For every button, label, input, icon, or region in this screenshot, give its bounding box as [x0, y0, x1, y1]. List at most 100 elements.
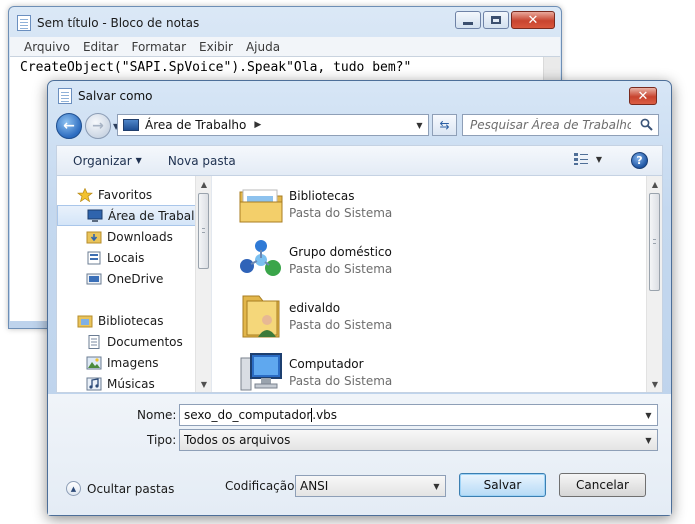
- nav-favorites[interactable]: Favoritos: [57, 184, 197, 205]
- file-list-scrollbar[interactable]: ▲ ▼: [646, 176, 662, 392]
- file-list: Bibliotecas Pasta do Sistema Grupo domés…: [215, 176, 646, 392]
- file-name: edivaldo: [289, 300, 341, 315]
- chevron-down-icon: ▼: [595, 154, 602, 164]
- maximize-button[interactable]: [483, 11, 509, 29]
- file-item-grupo-domestico[interactable]: Grupo doméstico Pasta do Sistema: [237, 236, 597, 284]
- search-icon[interactable]: [640, 118, 653, 131]
- organize-button[interactable]: Organizar ▼: [73, 154, 142, 168]
- address-bar[interactable]: Área de Trabalho ▶ ▼: [117, 114, 429, 136]
- dialog-titlebar: Salvar como: [58, 88, 152, 104]
- nav-item-desktop[interactable]: Área de Trabalho: [57, 205, 209, 226]
- menu-arquivo[interactable]: Arquivo: [24, 40, 70, 54]
- save-as-dialog: Salvar como ✕ ← → ▼ Área de Trabalho ▶ ▼…: [47, 80, 672, 516]
- chevron-right-icon[interactable]: ▶: [254, 120, 261, 130]
- chevron-up-icon: ▲: [66, 481, 81, 496]
- refresh-icon: ⇆: [439, 118, 450, 132]
- hide-folders-button[interactable]: ▲ Ocultar pastas: [66, 481, 174, 496]
- browser-area: Favoritos Área de Trabalho Downloads Loc…: [56, 175, 663, 393]
- nav-item-label: Imagens: [107, 355, 159, 370]
- refresh-button[interactable]: ⇆: [432, 114, 457, 136]
- notepad-icon: [17, 15, 31, 31]
- encoding-select[interactable]: ANSI ▼: [295, 475, 446, 497]
- navigation-pane: Favoritos Área de Trabalho Downloads Loc…: [57, 176, 212, 392]
- nav-libraries[interactable]: Bibliotecas: [57, 310, 197, 331]
- search-input[interactable]: [463, 115, 633, 135]
- navigation-bar: ← → ▼ Área de Trabalho ▶ ▼ ⇆: [56, 112, 663, 140]
- menu-exibir[interactable]: Exibir: [199, 40, 233, 54]
- organize-label: Organizar: [73, 153, 132, 168]
- file-name: Computador: [289, 356, 364, 371]
- dialog-title: Salvar como: [78, 89, 153, 103]
- scroll-down-icon[interactable]: ▼: [647, 376, 663, 392]
- help-icon[interactable]: ?: [631, 152, 648, 169]
- filetype-select[interactable]: Todos os arquivos ▼: [179, 429, 658, 451]
- menu-ajuda[interactable]: Ajuda: [246, 40, 280, 54]
- menu-editar[interactable]: Editar: [83, 40, 119, 54]
- filetype-value: Todos os arquivos: [184, 433, 291, 447]
- recent-places-icon: [87, 251, 101, 264]
- menu-formatar[interactable]: Formatar: [131, 40, 186, 54]
- filename-value: sexo_do_computador: [184, 408, 312, 422]
- nav-libraries-label: Bibliotecas: [98, 313, 164, 328]
- scroll-up-icon[interactable]: ▲: [647, 176, 663, 192]
- filename-extension: .vbs: [312, 408, 338, 422]
- address-location[interactable]: Área de Trabalho: [145, 118, 246, 132]
- computer-icon: [240, 353, 282, 391]
- change-view-button[interactable]: ▼: [573, 152, 602, 166]
- encoding-value: ANSI: [300, 479, 329, 493]
- nav-item-locais[interactable]: Locais: [57, 247, 197, 268]
- dialog-close-button[interactable]: ✕: [629, 87, 657, 105]
- save-button[interactable]: Salvar: [459, 473, 546, 497]
- forward-arrow-icon: →: [92, 118, 104, 134]
- file-item-computador[interactable]: Computador Pasta do Sistema: [237, 348, 597, 396]
- nav-item-imagens[interactable]: Imagens: [57, 352, 197, 373]
- scroll-thumb[interactable]: [649, 193, 660, 291]
- nav-item-onedrive[interactable]: OneDrive: [57, 268, 197, 289]
- nav-item-label: Músicas: [107, 376, 155, 391]
- chevron-down-icon[interactable]: ▼: [640, 430, 657, 450]
- notepad-text: CreateObject("SAPI.SpVoice").Speak"Ola, …: [20, 60, 412, 75]
- navigation-tree: Favoritos Área de Trabalho Downloads Loc…: [57, 184, 209, 392]
- libraries-icon: [239, 189, 283, 223]
- downloads-folder-icon: [86, 231, 102, 243]
- pictures-icon: [86, 356, 102, 369]
- encoding-label: Codificação:: [225, 479, 299, 493]
- user-folder-icon: [242, 295, 280, 338]
- star-icon: [77, 187, 93, 202]
- close-icon: ✕: [527, 12, 539, 28]
- nav-item-label: OneDrive: [107, 271, 164, 286]
- new-folder-button[interactable]: Nova pasta: [168, 154, 236, 168]
- notepad-caption-buttons: ✕: [455, 11, 555, 29]
- back-button[interactable]: ←: [56, 113, 82, 139]
- search-box: [462, 114, 659, 136]
- hide-folders-label: Ocultar pastas: [87, 481, 175, 496]
- file-item-edivaldo[interactable]: edivaldo Pasta do Sistema: [237, 292, 597, 340]
- nav-item-documentos[interactable]: Documentos: [57, 331, 197, 352]
- notepad-icon: [58, 88, 72, 104]
- address-dropdown-icon[interactable]: ▼: [411, 115, 428, 135]
- desktop-icon: [123, 119, 139, 131]
- navigation-pane-scrollbar[interactable]: ▲ ▼: [195, 176, 211, 392]
- music-icon: [86, 377, 102, 390]
- cancel-button[interactable]: Cancelar: [559, 473, 646, 497]
- file-name: Grupo doméstico: [289, 244, 392, 259]
- documents-icon: [88, 334, 100, 349]
- scroll-thumb[interactable]: [198, 193, 209, 269]
- view-options-icon: [573, 153, 588, 165]
- minimize-button[interactable]: [455, 11, 481, 29]
- scroll-up-icon[interactable]: ▲: [196, 176, 211, 192]
- nav-item-downloads[interactable]: Downloads: [57, 226, 197, 247]
- nav-item-musicas[interactable]: Músicas: [57, 373, 197, 392]
- chevron-down-icon[interactable]: ▼: [428, 476, 445, 496]
- close-button[interactable]: ✕: [511, 11, 555, 29]
- scroll-down-icon[interactable]: ▼: [196, 376, 211, 392]
- filename-input[interactable]: sexo_do_computador .vbs ▼: [179, 404, 658, 426]
- chevron-down-icon: ▼: [135, 156, 142, 165]
- forward-button[interactable]: →: [85, 113, 111, 139]
- file-type: Pasta do Sistema: [289, 205, 393, 220]
- onedrive-icon: [86, 273, 102, 284]
- file-item-bibliotecas[interactable]: Bibliotecas Pasta do Sistema: [237, 180, 597, 228]
- file-type: Pasta do Sistema: [289, 317, 393, 332]
- filename-label: Nome:: [137, 408, 177, 422]
- chevron-down-icon[interactable]: ▼: [640, 405, 657, 425]
